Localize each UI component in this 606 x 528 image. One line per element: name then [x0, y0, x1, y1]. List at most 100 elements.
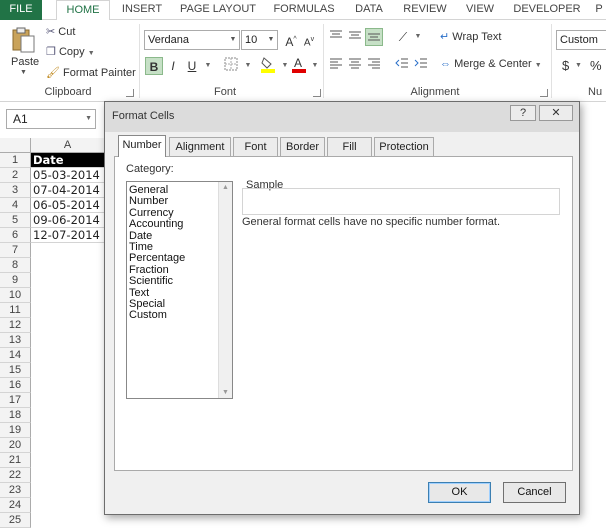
- row-header[interactable]: 21: [0, 453, 31, 468]
- scroll-down-icon[interactable]: ▼: [222, 389, 229, 396]
- borders-icon[interactable]: [222, 57, 240, 75]
- category-item[interactable]: Date: [129, 230, 152, 242]
- tab-insert[interactable]: INSERT: [118, 0, 166, 20]
- bold-button[interactable]: B: [145, 57, 163, 75]
- row-header[interactable]: 15: [0, 363, 31, 378]
- tab-protection[interactable]: Protection: [374, 137, 434, 156]
- row-header[interactable]: 12: [0, 318, 31, 333]
- clipboard-launcher-icon[interactable]: [126, 89, 134, 97]
- tab-data[interactable]: DATA: [348, 0, 390, 20]
- row-header[interactable]: 22: [0, 468, 31, 483]
- tab-view[interactable]: VIEW: [460, 0, 500, 20]
- row-header[interactable]: 18: [0, 408, 31, 423]
- shrink-font-icon[interactable]: Av: [300, 31, 318, 49]
- row-header[interactable]: 20: [0, 438, 31, 453]
- table-cell[interactable]: 07-04-2014: [31, 183, 104, 198]
- tab-formulas[interactable]: FORMULAS: [270, 0, 338, 20]
- chevron-down-icon[interactable]: ▼: [265, 31, 277, 49]
- cut-button[interactable]: ✂ Cut: [46, 25, 75, 38]
- row-header[interactable]: 23: [0, 483, 31, 498]
- category-item[interactable]: Number: [129, 196, 168, 207]
- merge-center-button[interactable]: ⇔ Merge & Center ▼: [440, 58, 542, 70]
- row-header[interactable]: 1: [0, 153, 31, 168]
- tab-overflow[interactable]: P: [592, 0, 606, 20]
- category-item[interactable]: Accounting: [129, 219, 183, 230]
- paste-button[interactable]: [10, 26, 36, 54]
- font-name-combo[interactable]: Verdana ▼: [144, 30, 240, 50]
- paste-label[interactable]: Paste: [11, 56, 39, 68]
- category-item[interactable]: Percentage: [129, 253, 185, 264]
- tab-home[interactable]: HOME: [56, 0, 110, 21]
- chevron-down-icon[interactable]: ▼: [409, 28, 427, 46]
- number-format-combo[interactable]: Custom: [556, 30, 606, 50]
- name-box[interactable]: A1 ▼: [6, 109, 96, 129]
- row-header[interactable]: 19: [0, 423, 31, 438]
- category-item[interactable]: General: [129, 185, 168, 196]
- chevron-down-icon[interactable]: ▼: [85, 110, 92, 128]
- category-item[interactable]: Currency: [129, 207, 174, 219]
- close-icon[interactable]: ✕: [539, 105, 573, 121]
- row-header[interactable]: 11: [0, 303, 31, 318]
- category-item[interactable]: Fraction: [129, 264, 169, 276]
- font-launcher-icon[interactable]: [313, 89, 321, 97]
- table-cell[interactable]: 09-06-2014: [31, 213, 104, 228]
- tab-review[interactable]: REVIEW: [400, 0, 450, 20]
- row-header[interactable]: 7: [0, 243, 31, 258]
- chevron-down-icon[interactable]: ▼: [239, 57, 257, 75]
- align-top-icon[interactable]: [327, 28, 345, 46]
- tab-fill[interactable]: Fill: [327, 137, 372, 156]
- increase-indent-icon[interactable]: [412, 56, 430, 74]
- row-header[interactable]: 5: [0, 213, 31, 228]
- chevron-down-icon[interactable]: ▼: [306, 57, 324, 75]
- align-left-icon[interactable]: [327, 56, 345, 74]
- tab-number[interactable]: Number: [118, 135, 166, 157]
- decrease-indent-icon[interactable]: [393, 56, 411, 74]
- row-header[interactable]: 2: [0, 168, 31, 183]
- chevron-down-icon[interactable]: ▼: [227, 31, 239, 49]
- row-header[interactable]: 8: [0, 258, 31, 273]
- tab-file[interactable]: FILE: [0, 0, 42, 20]
- row-header[interactable]: 17: [0, 393, 31, 408]
- cell-header[interactable]: Date: [31, 153, 104, 168]
- format-painter-button[interactable]: 🖌 Format Painter: [46, 66, 136, 79]
- table-cell[interactable]: 05-03-2014: [31, 168, 104, 183]
- category-list[interactable]: General Number Currency Accounting Date Time P…: [126, 181, 233, 399]
- help-button[interactable]: ?: [510, 105, 536, 121]
- tab-alignment[interactable]: Alignment: [169, 137, 231, 156]
- chevron-down-icon[interactable]: ▼: [199, 57, 217, 75]
- currency-button[interactable]: $: [562, 58, 569, 73]
- category-item[interactable]: Custom: [129, 310, 167, 321]
- row-header[interactable]: 13: [0, 333, 31, 348]
- alignment-launcher-icon[interactable]: [540, 89, 548, 97]
- fill-color-icon[interactable]: [259, 55, 277, 73]
- cancel-button[interactable]: Cancel: [503, 482, 566, 503]
- tab-border[interactable]: Border: [280, 137, 325, 156]
- copy-button[interactable]: ❐ Copy ▼: [46, 45, 95, 58]
- table-cell[interactable]: 12-07-2014: [31, 228, 104, 243]
- grow-font-icon[interactable]: A^: [282, 31, 300, 49]
- chevron-down-icon[interactable]: ▼: [575, 62, 582, 69]
- row-header[interactable]: 10: [0, 288, 31, 303]
- align-middle-icon[interactable]: [346, 28, 364, 46]
- column-header-a[interactable]: A: [31, 138, 105, 153]
- tab-font[interactable]: Font: [233, 137, 278, 156]
- scroll-up-icon[interactable]: ▲: [222, 184, 229, 191]
- table-cell[interactable]: 06-05-2014: [31, 198, 104, 213]
- percent-button[interactable]: %: [590, 58, 602, 73]
- align-right-icon[interactable]: [365, 56, 383, 74]
- category-item[interactable]: Special: [129, 299, 165, 310]
- tab-page-layout[interactable]: PAGE LAYOUT: [176, 0, 260, 20]
- font-size-combo[interactable]: 10 ▼: [241, 30, 278, 50]
- row-header[interactable]: 24: [0, 498, 31, 513]
- select-all-corner[interactable]: [0, 138, 31, 153]
- tab-developer[interactable]: DEVELOPER: [510, 0, 584, 20]
- align-center-icon[interactable]: [346, 56, 364, 74]
- dialog-title-bar[interactable]: Format Cells ? ✕: [105, 102, 579, 132]
- row-header[interactable]: 9: [0, 273, 31, 288]
- category-item[interactable]: Text: [129, 287, 149, 299]
- italic-button[interactable]: I: [164, 57, 182, 75]
- chevron-down-icon[interactable]: ▼: [20, 69, 27, 76]
- category-item[interactable]: Scientific: [129, 276, 173, 287]
- row-header[interactable]: 4: [0, 198, 31, 213]
- ok-button[interactable]: OK: [428, 482, 491, 503]
